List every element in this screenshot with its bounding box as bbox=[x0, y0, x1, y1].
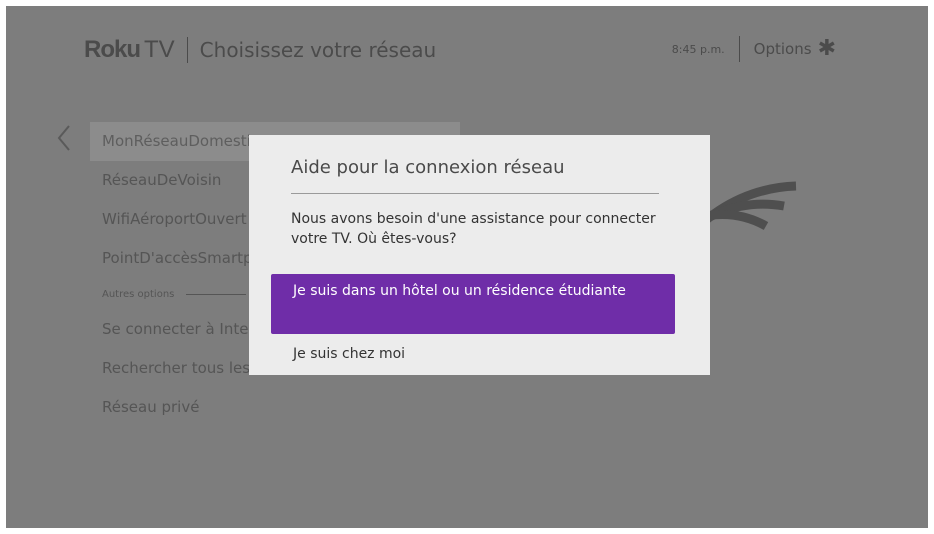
hotel-option-button[interactable]: Je suis dans un hôtel ou un résidence ét… bbox=[271, 274, 675, 334]
brand-tv: TV bbox=[144, 36, 175, 63]
header-right-divider bbox=[738, 36, 740, 62]
brand-roku: Roku bbox=[84, 36, 141, 63]
page-title: Choisissez votre réseau bbox=[199, 38, 437, 62]
options-label: Options bbox=[753, 40, 812, 58]
dialog-title: Aide pour la connexion réseau bbox=[291, 157, 565, 178]
other-options-label: Autres options bbox=[102, 288, 175, 300]
clock: 8:45 p.m. bbox=[671, 42, 725, 56]
dialog-message: Nous avons besoin d'une assistance pour … bbox=[291, 211, 656, 247]
home-option-button[interactable]: Je suis chez moi bbox=[271, 337, 675, 373]
network-help-dialog: Aide pour la connexion réseau Nous avons… bbox=[249, 135, 710, 375]
other-option-item[interactable]: Réseau privé bbox=[90, 388, 460, 427]
dialog-divider bbox=[291, 193, 659, 194]
asterisk-icon[interactable]: ✱ bbox=[818, 38, 836, 60]
tv-screen: Roku TV Choisissez votre réseau 8:45 p.m… bbox=[6, 6, 928, 528]
back-chevron-icon[interactable] bbox=[56, 124, 72, 156]
header-divider bbox=[186, 37, 188, 63]
header-right: 8:45 p.m. Options ✱ bbox=[672, 36, 836, 62]
other-options-line bbox=[186, 293, 247, 295]
roku-tv-logo: Roku TV Choisissez votre réseau bbox=[84, 32, 436, 68]
